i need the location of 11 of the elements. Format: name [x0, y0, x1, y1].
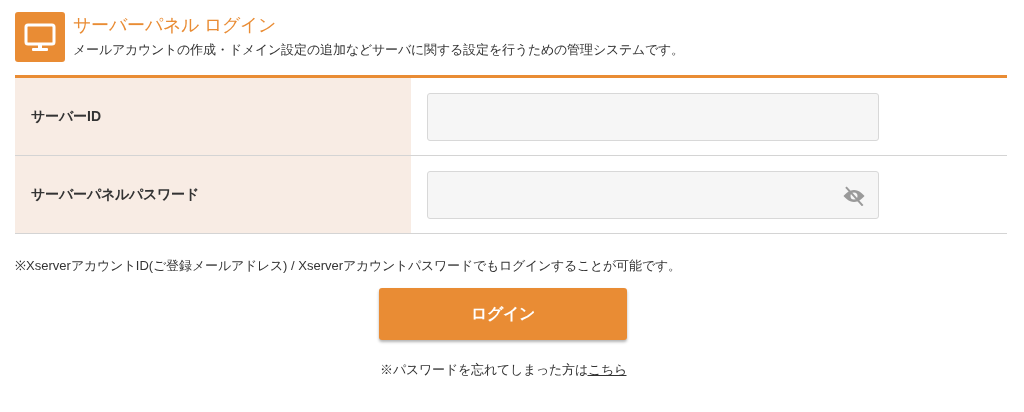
monitor-icon: [15, 12, 65, 62]
login-note: ※XserverアカウントID(ご登録メールアドレス) / Xserverアカウントパスワードでもログインすることが可能です。: [15, 257, 683, 275]
forgot-password-link[interactable]: こちら: [587, 360, 627, 380]
forgot-password-text: ※パスワードを忘れてしまった方は: [379, 361, 588, 379]
field-label: サーバーパネルパスワード: [31, 185, 199, 204]
text-field[interactable]: [427, 92, 879, 141]
page-description: メールアカウントの作成・ドメイン設定の追加などサーバに関する設定を行うための管理システムです。: [73, 41, 684, 59]
field-label: サーバーID: [31, 107, 101, 126]
password-field[interactable]: [427, 170, 879, 219]
eye-off-icon[interactable]: [842, 185, 866, 206]
page-title: サーバーパネル ログイン: [73, 14, 277, 37]
